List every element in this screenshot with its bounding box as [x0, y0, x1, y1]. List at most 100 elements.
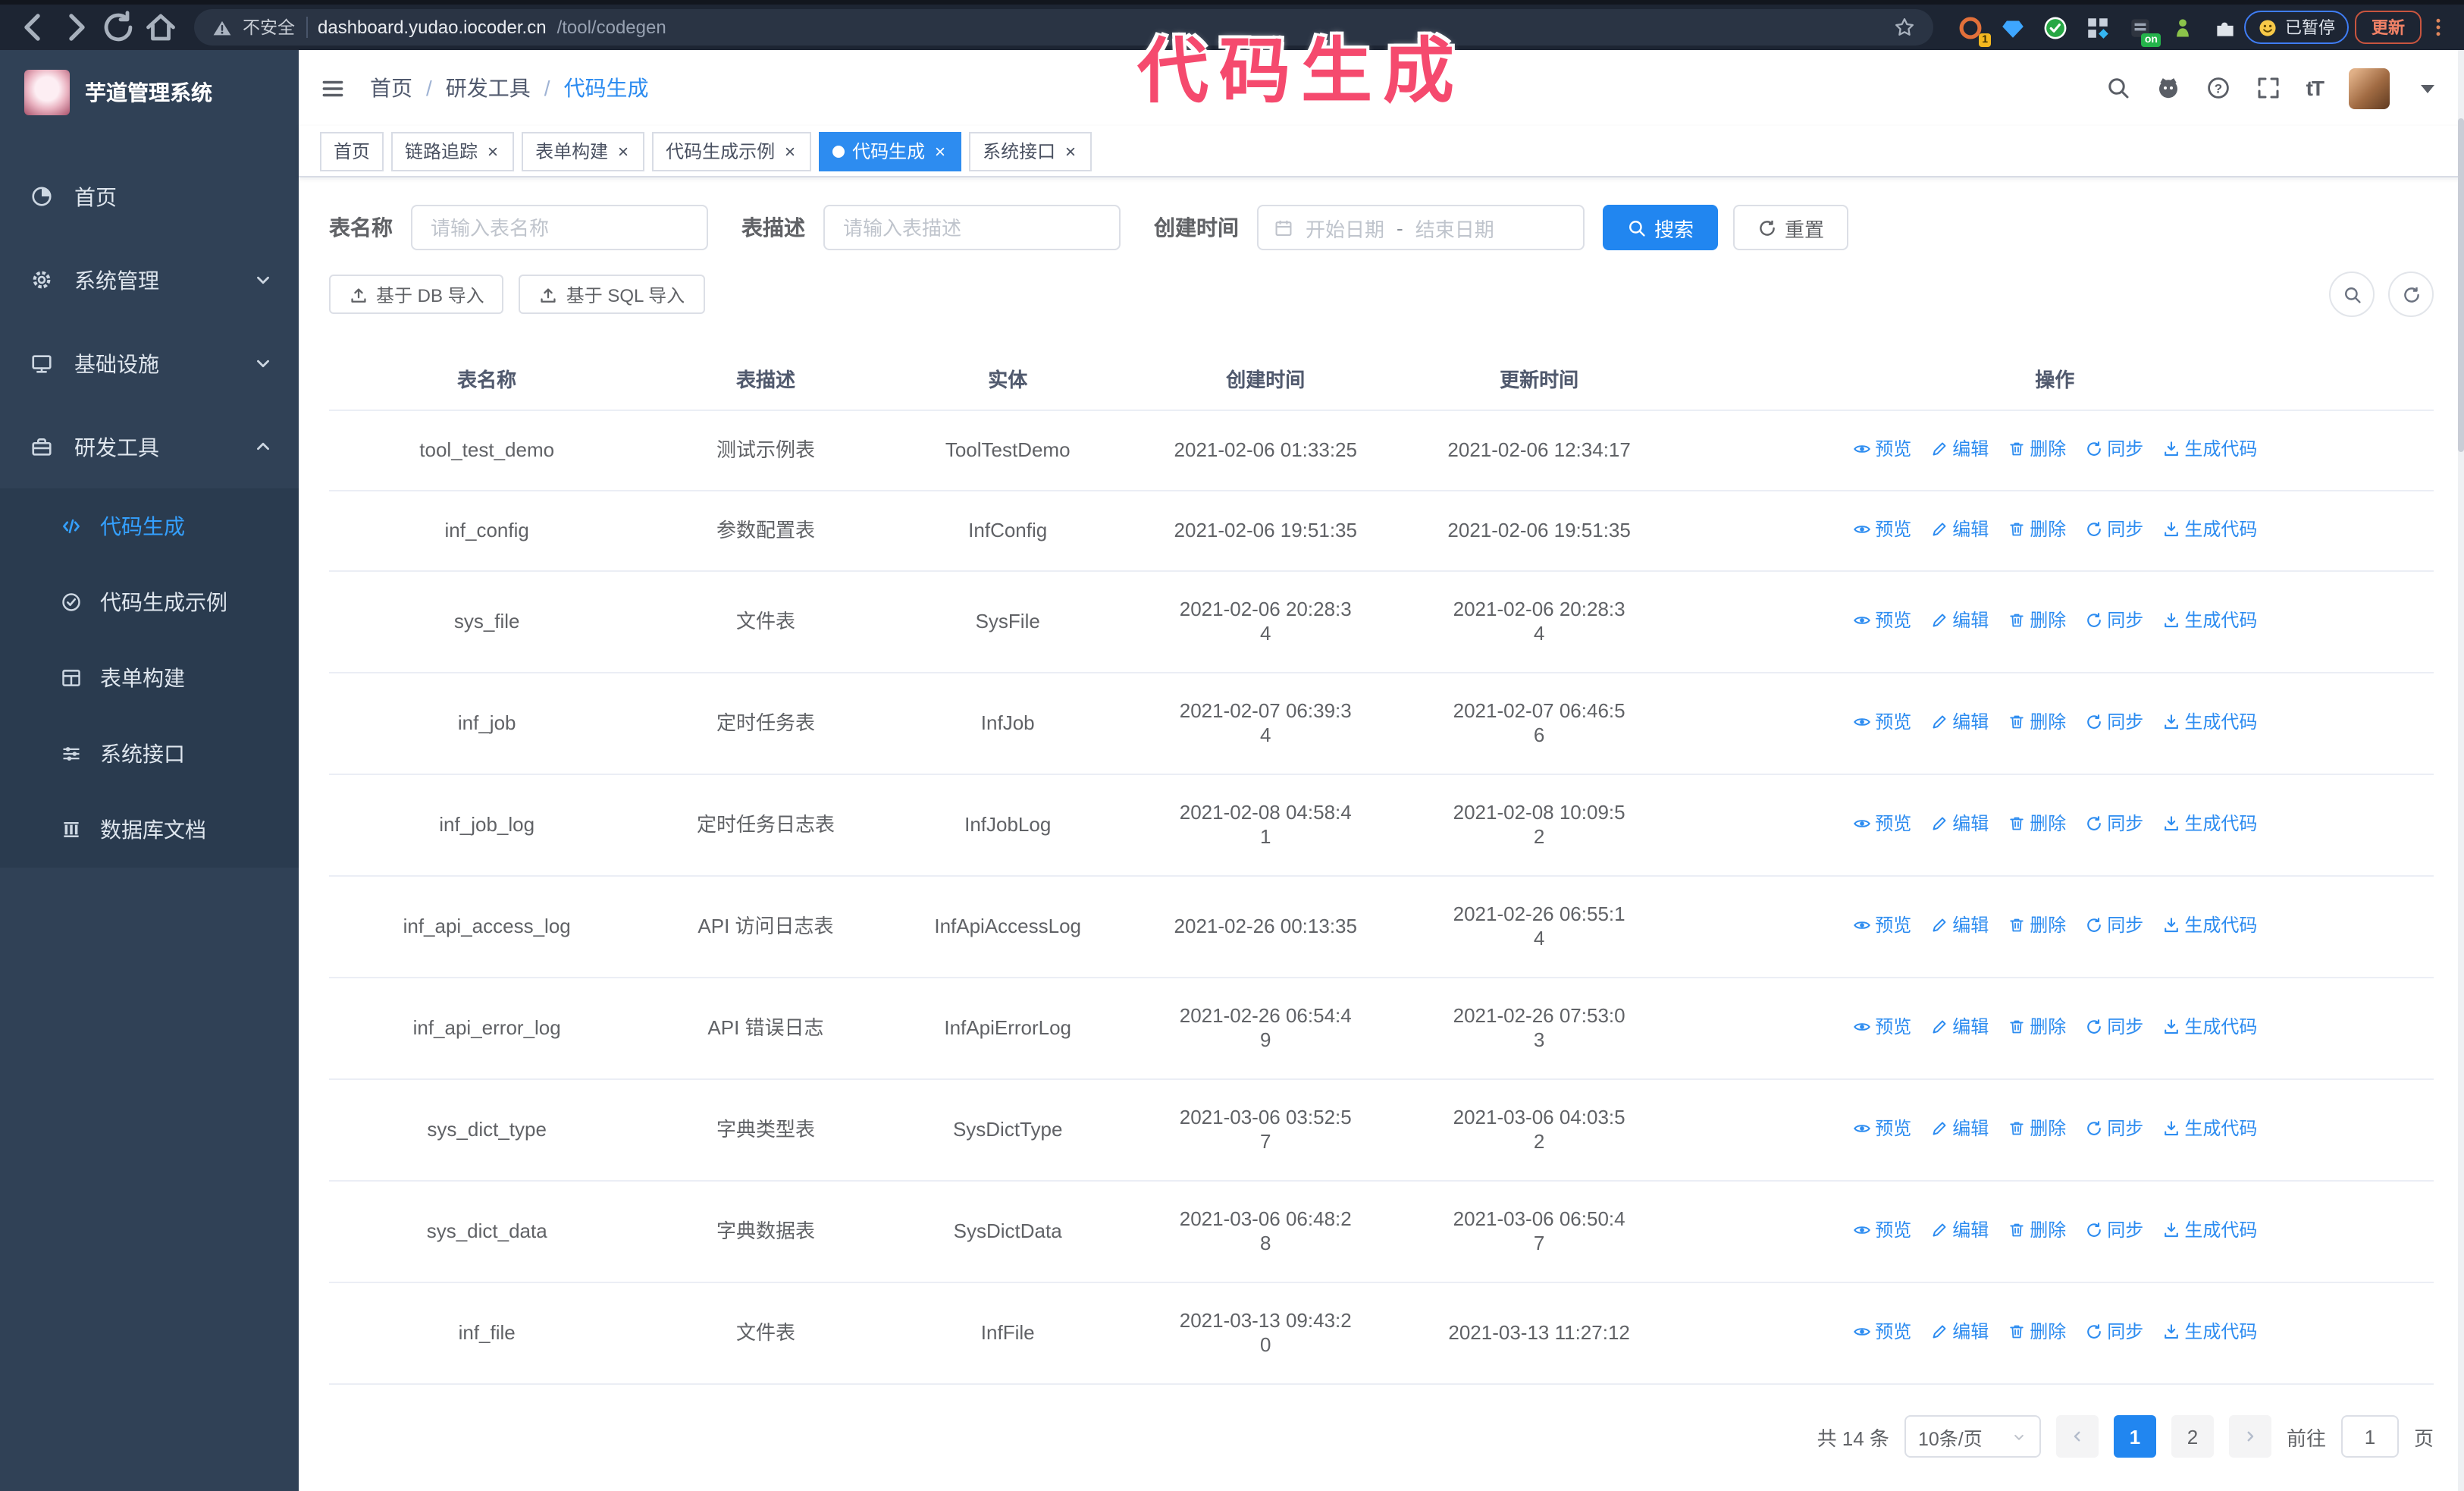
- sidebar-item-3[interactable]: 基础设施: [0, 322, 299, 405]
- eye-action-button[interactable]: 预览: [1852, 811, 1911, 836]
- browser-menu-kebab-icon[interactable]: [2428, 17, 2449, 38]
- avatar-caret-down-icon[interactable]: [2415, 76, 2440, 100]
- fullscreen-icon[interactable]: [2256, 76, 2281, 100]
- user-avatar[interactable]: [2349, 67, 2390, 108]
- ext-orange-icon[interactable]: 1: [1958, 14, 1991, 46]
- breadcrumb-item[interactable]: 研发工具: [446, 73, 531, 103]
- eye-action-button[interactable]: 预览: [1852, 1218, 1911, 1242]
- ext-gem-icon[interactable]: [2000, 14, 2026, 40]
- browser-home-icon[interactable]: [143, 9, 179, 46]
- eye-action-button[interactable]: 预览: [1852, 1320, 1911, 1344]
- eye-action-button[interactable]: 预览: [1852, 1116, 1911, 1141]
- delete-action-button[interactable]: 删除: [2007, 913, 2066, 937]
- sidebar-subitem-1[interactable]: 代码生成: [0, 488, 299, 564]
- search-button[interactable]: 搜索: [1603, 205, 1719, 250]
- generate-action-button[interactable]: 生成代码: [2161, 1015, 2257, 1039]
- hamburger-icon[interactable]: [320, 75, 346, 101]
- generate-action-button[interactable]: 生成代码: [2161, 1116, 2257, 1141]
- close-icon[interactable]: [933, 143, 948, 159]
- prev-page-button[interactable]: [2055, 1415, 2099, 1458]
- sync-action-button[interactable]: 同步: [2084, 517, 2143, 541]
- ext-grid-icon[interactable]: [2085, 14, 2111, 40]
- close-icon[interactable]: [782, 143, 798, 159]
- help-icon[interactable]: ?: [2206, 76, 2230, 100]
- sync-action-button[interactable]: 同步: [2084, 913, 2143, 937]
- page-button-1[interactable]: 1: [2113, 1415, 2156, 1458]
- breadcrumb-item[interactable]: 代码生成: [564, 73, 649, 103]
- tab-系统接口[interactable]: 系统接口: [969, 131, 1092, 171]
- sidebar-subitem-3[interactable]: 表单构建: [0, 640, 299, 716]
- sync-action-button[interactable]: 同步: [2084, 1218, 2143, 1242]
- browser-update-button[interactable]: 更新: [2355, 11, 2422, 44]
- eye-action-button[interactable]: 预览: [1852, 437, 1911, 461]
- sidebar-item-2[interactable]: 系统管理: [0, 238, 299, 322]
- close-icon[interactable]: [485, 143, 500, 159]
- close-icon[interactable]: [1063, 143, 1078, 159]
- bookmark-star-icon[interactable]: [1894, 17, 1915, 38]
- edit-action-button[interactable]: 编辑: [1930, 710, 1989, 734]
- edit-action-button[interactable]: 编辑: [1930, 811, 1989, 836]
- edit-action-button[interactable]: 编辑: [1930, 517, 1989, 541]
- generate-action-button[interactable]: 生成代码: [2161, 710, 2257, 734]
- date-range-picker[interactable]: 开始日期 - 结束日期: [1257, 205, 1585, 250]
- generate-action-button[interactable]: 生成代码: [2161, 608, 2257, 632]
- browser-back-icon[interactable]: [15, 9, 52, 46]
- sidebar-subitem-4[interactable]: 系统接口: [0, 716, 299, 792]
- url-path[interactable]: /tool/codegen: [557, 17, 666, 38]
- address-bar[interactable]: 不安全 dashboard.yudao.iocoder.cn/tool/code…: [194, 9, 1933, 46]
- goto-page-input[interactable]: [2340, 1415, 2399, 1458]
- generate-action-button[interactable]: 生成代码: [2161, 1320, 2257, 1344]
- sync-action-button[interactable]: 同步: [2084, 1320, 2143, 1344]
- delete-action-button[interactable]: 删除: [2007, 1116, 2066, 1141]
- next-page-button[interactable]: [2228, 1415, 2271, 1458]
- profile-paused-chip[interactable]: 已暂停: [2244, 11, 2349, 44]
- sync-action-button[interactable]: 同步: [2084, 437, 2143, 461]
- table-name-input[interactable]: [411, 205, 708, 250]
- security-label[interactable]: 不安全: [243, 15, 295, 39]
- page-scrollbar[interactable]: [2458, 50, 2464, 1491]
- font-size-icon[interactable]: tT: [2306, 76, 2324, 100]
- browser-reload-icon[interactable]: [100, 9, 136, 46]
- edit-action-button[interactable]: 编辑: [1930, 913, 1989, 937]
- delete-action-button[interactable]: 删除: [2007, 437, 2066, 461]
- edit-action-button[interactable]: 编辑: [1930, 437, 1989, 461]
- github-icon[interactable]: [2156, 76, 2180, 100]
- tab-表单构建[interactable]: 表单构建: [522, 131, 645, 171]
- generate-action-button[interactable]: 生成代码: [2161, 1218, 2257, 1242]
- sidebar-subitem-5[interactable]: 数据库文档: [0, 792, 299, 868]
- eye-action-button[interactable]: 预览: [1852, 913, 1911, 937]
- eye-action-button[interactable]: 预览: [1852, 517, 1911, 541]
- refresh-table-button[interactable]: [2388, 272, 2434, 317]
- page-size-select[interactable]: 10条/页: [1904, 1415, 2041, 1458]
- scrollbar-thumb[interactable]: [2458, 118, 2464, 452]
- not-secure-warning-icon[interactable]: [212, 17, 232, 37]
- edit-action-button[interactable]: 编辑: [1930, 1116, 1989, 1141]
- tab-代码生成示例[interactable]: 代码生成示例: [652, 131, 812, 171]
- delete-action-button[interactable]: 删除: [2007, 1218, 2066, 1242]
- url-host[interactable]: dashboard.yudao.iocoder.cn: [318, 17, 547, 38]
- eye-action-button[interactable]: 预览: [1852, 608, 1911, 632]
- sync-action-button[interactable]: 同步: [2084, 710, 2143, 734]
- sidebar-item-4[interactable]: 研发工具: [0, 405, 299, 488]
- eye-action-button[interactable]: 预览: [1852, 1015, 1911, 1039]
- edit-action-button[interactable]: 编辑: [1930, 608, 1989, 632]
- search-icon[interactable]: [2106, 76, 2130, 100]
- sidebar-subitem-2[interactable]: 代码生成示例: [0, 564, 299, 640]
- tab-链路追踪[interactable]: 链路追踪: [391, 131, 515, 171]
- toggle-search-button[interactable]: [2329, 272, 2375, 317]
- delete-action-button[interactable]: 删除: [2007, 608, 2066, 632]
- eye-action-button[interactable]: 预览: [1852, 710, 1911, 734]
- sync-action-button[interactable]: 同步: [2084, 1015, 2143, 1039]
- ext-dark-icon[interactable]: on: [2127, 14, 2161, 46]
- import-sql-button[interactable]: 基于 SQL 导入: [519, 275, 705, 314]
- table-desc-input[interactable]: [823, 205, 1121, 250]
- delete-action-button[interactable]: 删除: [2007, 1320, 2066, 1344]
- ext-green-icon[interactable]: [2170, 14, 2196, 40]
- edit-action-button[interactable]: 编辑: [1930, 1320, 1989, 1344]
- page-button-2[interactable]: 2: [2171, 1415, 2214, 1458]
- generate-action-button[interactable]: 生成代码: [2161, 517, 2257, 541]
- breadcrumb-item[interactable]: 首页: [370, 73, 412, 103]
- delete-action-button[interactable]: 删除: [2007, 1015, 2066, 1039]
- ext-puzzle-icon[interactable]: [2212, 14, 2238, 40]
- sync-action-button[interactable]: 同步: [2084, 811, 2143, 836]
